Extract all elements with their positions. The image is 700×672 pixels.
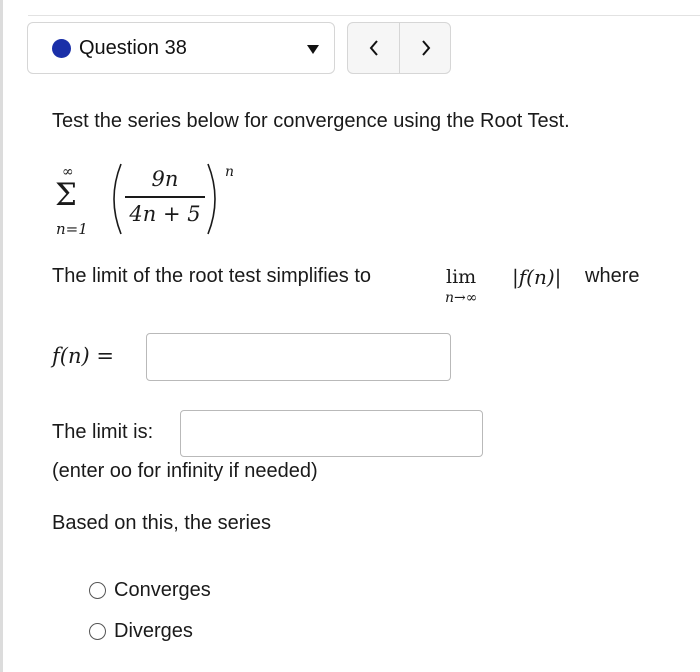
right-paren-icon bbox=[207, 163, 216, 235]
question-prompt: Test the series below for convergence us… bbox=[52, 110, 570, 132]
fraction-bar bbox=[125, 196, 205, 198]
fraction-denominator: 4n + 5 bbox=[129, 202, 201, 226]
left-divider bbox=[0, 0, 3, 672]
radio-converges[interactable] bbox=[89, 582, 106, 599]
top-divider bbox=[28, 15, 700, 16]
next-question-button[interactable] bbox=[400, 23, 451, 73]
question-select[interactable]: Question 38 bbox=[27, 22, 335, 74]
lim-subscript: n→∞ bbox=[445, 290, 478, 306]
sum-lower-limit: n=1 bbox=[56, 220, 88, 238]
fn-input[interactable] bbox=[146, 333, 451, 381]
radio-diverges[interactable] bbox=[89, 623, 106, 640]
where-text: where bbox=[585, 265, 640, 287]
limit-hint: (enter oo for infinity if needed) bbox=[52, 460, 318, 482]
option-label: Diverges bbox=[114, 620, 193, 642]
question-label: Question 38 bbox=[79, 37, 187, 59]
series-exponent: n bbox=[225, 164, 235, 180]
limit-statement: The limit of the root test simplifies to bbox=[52, 265, 372, 287]
chevron-right-icon bbox=[421, 40, 430, 56]
limit-input[interactable] bbox=[180, 410, 483, 457]
previous-question-button[interactable] bbox=[348, 23, 400, 73]
fraction-numerator: 9n bbox=[151, 167, 179, 191]
fn-field-label: f(n) = bbox=[52, 344, 114, 368]
status-dot-icon bbox=[52, 39, 71, 58]
sigma-icon: Σ bbox=[55, 177, 77, 213]
chevron-left-icon bbox=[369, 40, 378, 56]
question-nav bbox=[347, 22, 451, 74]
conclusion-prompt: Based on this, the series bbox=[52, 512, 272, 534]
abs-fn-expression: |f(n)| bbox=[512, 265, 562, 289]
dropdown-caret-icon bbox=[307, 45, 319, 54]
left-paren-icon bbox=[113, 163, 122, 235]
option-converges[interactable]: Converges bbox=[89, 579, 211, 602]
limit-field-label: The limit is: bbox=[52, 421, 154, 443]
option-label: Converges bbox=[114, 579, 211, 601]
option-diverges[interactable]: Diverges bbox=[89, 620, 193, 643]
lim-operator: lim bbox=[446, 266, 477, 288]
